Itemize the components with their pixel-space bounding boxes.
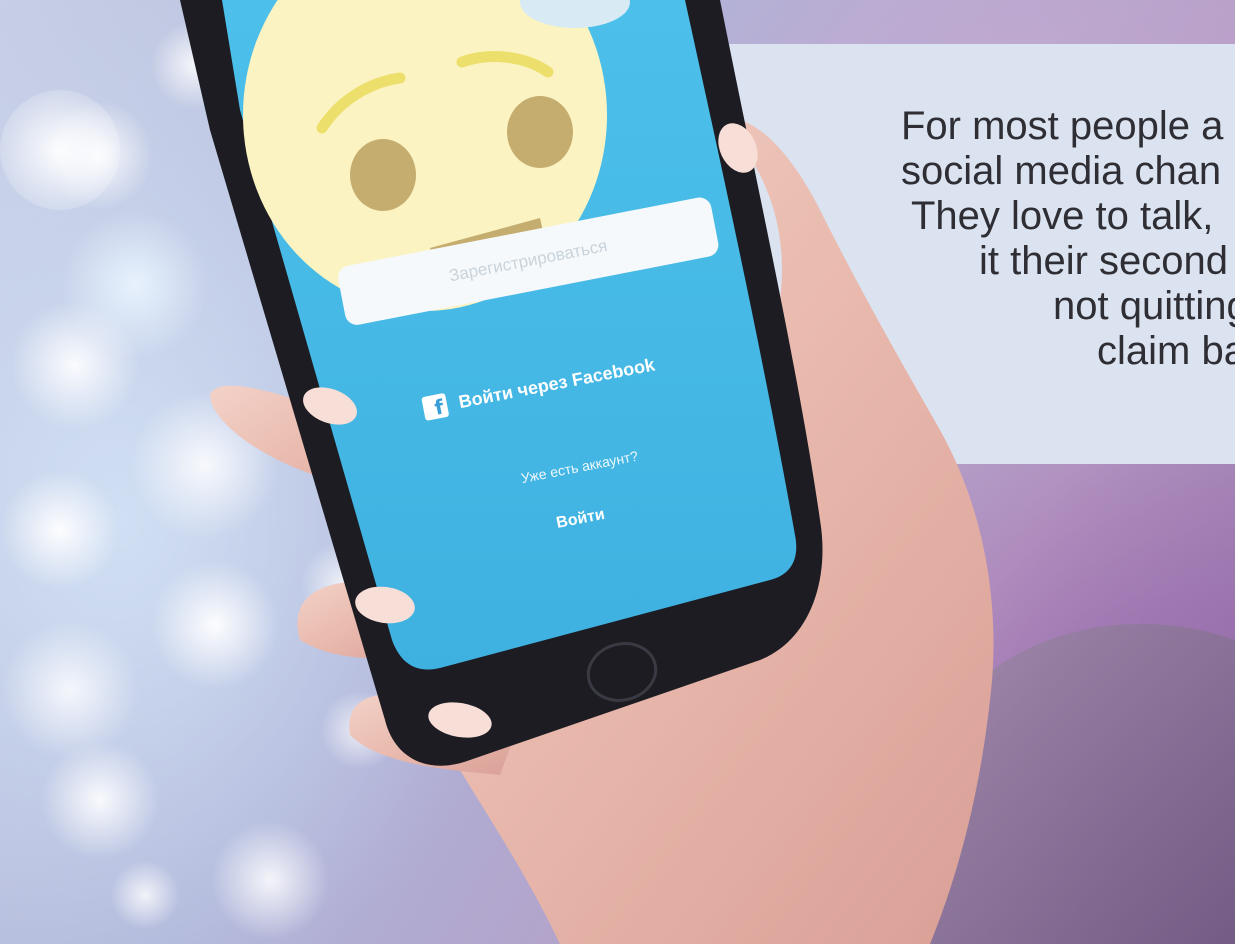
photo-stage: For most people a social media chan They… — [0, 0, 1235, 944]
hand-holding-phone — [180, 0, 1235, 944]
facebook-icon: f — [421, 392, 450, 421]
